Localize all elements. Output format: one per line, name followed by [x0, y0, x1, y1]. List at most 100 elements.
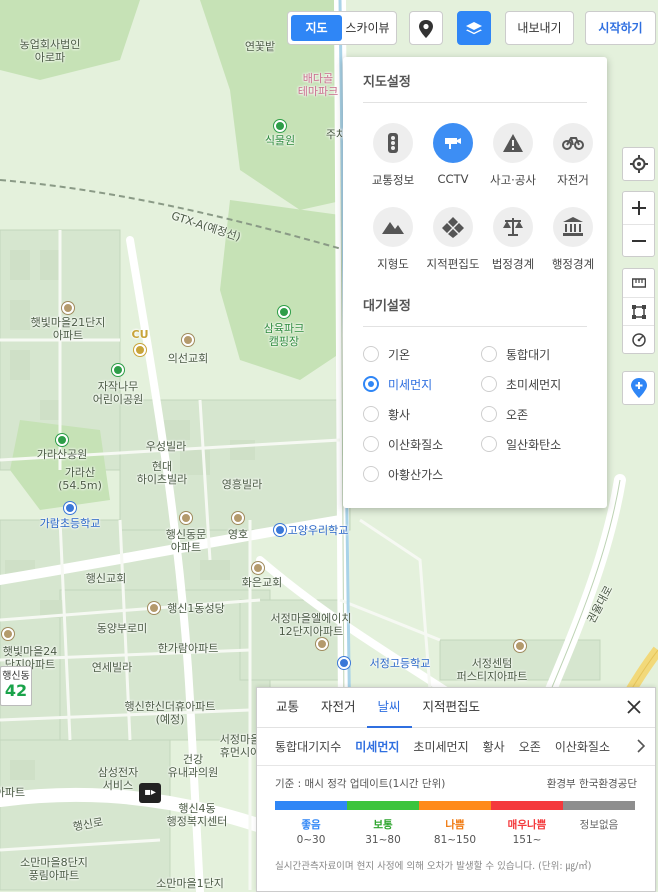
map-label-geongang[interactable]: 건강 유내과의원 [168, 753, 219, 779]
map-label-garam-school[interactable]: 가람초등학교 [40, 517, 101, 530]
layer-cadastral[interactable]: 지적편집도 [423, 207, 483, 291]
radius-tool-button[interactable] [623, 325, 654, 353]
map-label-yeongho[interactable]: 영호 [228, 528, 248, 541]
tab-traffic[interactable]: 교통 [265, 688, 310, 728]
layers-button[interactable] [457, 11, 491, 45]
apartment-marker-icon-4[interactable] [2, 628, 14, 640]
pm-value-badge[interactable]: 행신동 42 [0, 666, 32, 706]
start-button[interactable]: 시작하기 [585, 11, 656, 45]
zoom-in-button[interactable] [623, 192, 654, 224]
map-label-woosung[interactable]: 우성빌라 [146, 440, 186, 453]
cctv-marker-icon[interactable]: ▪▸ [139, 783, 161, 803]
park-marker-icon[interactable] [274, 120, 286, 132]
air-option-temperature[interactable]: 기온 [363, 345, 481, 363]
church-marker-icon-3[interactable] [252, 562, 264, 574]
add-place-control [622, 371, 655, 405]
subtab-no2[interactable]: 이산화질소 [555, 738, 610, 755]
layer-terrain[interactable]: 지형도 [363, 207, 423, 291]
close-panel-button[interactable] [625, 698, 643, 716]
map-label-lotus[interactable]: 연꽃밭 [245, 40, 275, 53]
subtab-pm25[interactable]: 초미세먼지 [413, 738, 468, 755]
subtab-next-button[interactable] [637, 739, 646, 756]
map-label-corp[interactable]: 농업회사법인 아로파 [20, 38, 81, 64]
subtab-ozone[interactable]: 오존 [519, 738, 541, 755]
map-label-seojeong12[interactable]: 서정마을엘에이치 12단지아파트 [271, 612, 352, 638]
layer-legal-boundary[interactable]: 법정경계 [483, 207, 543, 291]
air-option-yellow-dust[interactable]: 황사 [363, 405, 481, 423]
map-label-seojeong-center[interactable]: 서정센텀 퍼스티지아파트 [457, 657, 528, 683]
map-label-hatbit21[interactable]: 햇빛마을21단지 아파트 [31, 316, 106, 342]
tab-weather[interactable]: 날씨 [366, 688, 412, 728]
camping-marker-icon[interactable] [278, 306, 290, 318]
export-button[interactable]: 내보내기 [505, 11, 574, 45]
air-option-no2[interactable]: 이산화질소 [363, 435, 481, 453]
distance-tool-button[interactable] [623, 269, 654, 297]
apartment-marker-icon-3[interactable] [316, 638, 328, 650]
tab-cadastral[interactable]: 지적편집도 [412, 688, 492, 728]
apartment-marker-icon[interactable] [62, 302, 74, 314]
subtab-cai[interactable]: 통합대기지수 [275, 738, 341, 755]
air-option-so2[interactable]: 아황산가스 [363, 465, 481, 483]
map-label-haengsin-dongmun[interactable]: 행신동문 아파트 [166, 528, 206, 554]
map-label-haengsin4[interactable]: 행신4동 행정복지센터 [167, 802, 228, 828]
map-type-map-button[interactable]: 지도 [291, 15, 342, 41]
tab-bicycle[interactable]: 자전거 [310, 688, 367, 728]
map-label-hwaeun[interactable]: 화은교회 [242, 576, 282, 589]
map-label-hanshin[interactable]: 행신한신더휴아파트 (예정) [124, 700, 215, 726]
air-option-cai[interactable]: 통합대기 [481, 345, 599, 363]
school-marker-icon-2[interactable] [274, 524, 286, 536]
map-label-seojeong-school[interactable]: 서정고등학교 [370, 657, 431, 670]
crosshair-icon [629, 155, 648, 173]
map-label-botanical[interactable]: 식물원 [265, 134, 295, 147]
map-label-yeonse[interactable]: 연세빌라 [92, 661, 132, 674]
map-label-uiseon[interactable]: 의선교회 [168, 352, 208, 365]
map-label-garasan[interactable]: 가라산 (54.5m) [58, 466, 102, 492]
map-label-cu[interactable]: CU [131, 328, 148, 341]
roadview-button[interactable] [409, 11, 443, 45]
map-label-samsung[interactable]: 삼성전자 서비스 [98, 766, 138, 792]
subtab-pm10[interactable]: 미세먼지 [355, 738, 399, 755]
add-place-button[interactable] [623, 372, 654, 404]
layer-traffic[interactable]: 교통정보 [363, 123, 423, 207]
map-label-apt-left[interactable]: 아파트 [0, 786, 25, 799]
air-option-ozone[interactable]: 오존 [481, 405, 599, 423]
map-label-goyang-school[interactable]: 고양우리학교 [288, 524, 349, 537]
apartment-marker-icon-5[interactable] [514, 640, 526, 652]
layer-label: 행정경계 [551, 257, 595, 271]
my-location-button[interactable] [623, 148, 654, 180]
school-marker-icon-3[interactable] [338, 657, 350, 669]
map-type-skyview-button[interactable]: 스카이뷰 [342, 15, 393, 41]
map-label-dongyang[interactable]: 동양부로미 [97, 622, 148, 635]
layer-bicycle[interactable]: 자전거 [543, 123, 603, 207]
map-label-soman8[interactable]: 소만마을8단지 풍림아파트 [20, 856, 88, 882]
apartment-marker-icon-2[interactable] [180, 512, 192, 524]
map-label-hyundai[interactable]: 현대 하이츠빌라 [137, 460, 188, 486]
park-marker-icon-2[interactable] [112, 364, 124, 376]
area-tool-button[interactable] [623, 297, 654, 325]
layer-admin-boundary[interactable]: 행정경계 [543, 207, 603, 291]
air-option-pm10[interactable]: 미세먼지 [363, 375, 481, 393]
map-label-hangaram[interactable]: 한가람아파트 [158, 642, 219, 655]
layer-accident[interactable]: 사고·공사 [483, 123, 543, 207]
map-label-soman1[interactable]: 소만마을1단지 [156, 877, 224, 890]
cctv-icon [433, 123, 473, 163]
store-marker-icon[interactable] [134, 344, 146, 356]
church-marker-icon-4[interactable] [148, 602, 160, 614]
map-label-theme-park[interactable]: 배다골 테마파크 [298, 72, 338, 98]
church-marker-icon-2[interactable] [232, 512, 244, 524]
church-marker-icon[interactable] [182, 334, 194, 346]
park-marker-icon-3[interactable] [56, 434, 68, 446]
subtab-yellow-dust[interactable]: 황사 [483, 738, 505, 755]
map-label-haengsin1[interactable]: 행신1동성당 [167, 602, 225, 615]
map-label-samyuk[interactable]: 삼육파크 캠핑장 [264, 322, 304, 348]
map-label-seojeong-maeul[interactable]: 서정마을 휴먼시아 [220, 733, 260, 759]
map-label-haengsin-church[interactable]: 행신교회 [86, 572, 126, 585]
map-label-garasan-park[interactable]: 가라산공원 [37, 448, 88, 461]
air-option-pm25[interactable]: 초미세먼지 [481, 375, 599, 393]
school-marker-icon[interactable] [64, 502, 76, 514]
layer-cctv[interactable]: CCTV [423, 123, 483, 207]
map-label-jajak[interactable]: 자작나무 어린이공원 [93, 380, 144, 406]
map-label-yeongheung[interactable]: 영흥빌라 [222, 478, 262, 491]
air-option-co[interactable]: 일산화탄소 [481, 435, 599, 453]
zoom-out-button[interactable] [623, 224, 654, 256]
